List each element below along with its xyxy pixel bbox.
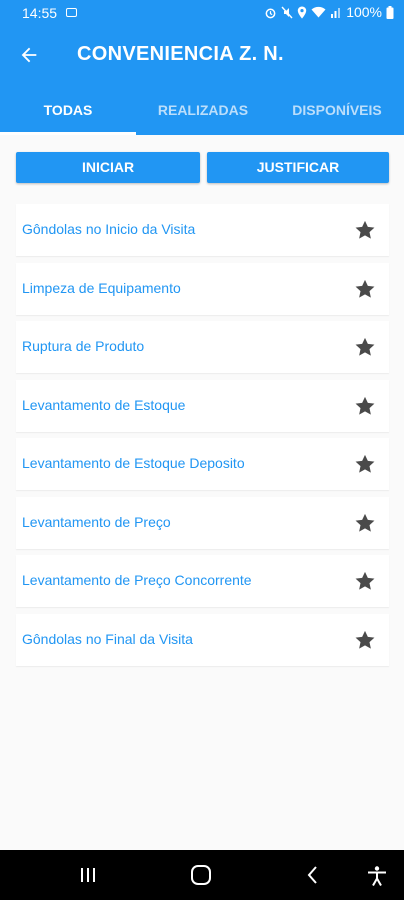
accessibility-icon[interactable]: [366, 865, 388, 887]
task-label: Gôndolas no Inicio da Visita: [22, 221, 196, 237]
start-button[interactable]: INICIAR: [16, 152, 200, 183]
task-label: Levantamento de Preço: [22, 513, 171, 530]
list-item[interactable]: Levantamento de Estoque Deposito: [16, 438, 389, 490]
task-label: Ruptura de Produto: [22, 338, 145, 354]
star-icon[interactable]: [354, 219, 376, 241]
task-label: Levantamento de Estoque: [22, 396, 186, 413]
task-label: Limpeza de Equipamento: [22, 279, 181, 296]
justify-button[interactable]: JUSTIFICAR: [207, 152, 389, 183]
tab-indicator: [0, 132, 136, 135]
location-icon: [297, 6, 307, 18]
battery-icon: [386, 5, 394, 19]
status-icons: 100%: [264, 4, 394, 20]
star-icon[interactable]: [354, 570, 376, 592]
system-nav-bar: [0, 850, 404, 900]
task-list: Gôndolas no Inicio da Visita Limpeza de …: [16, 204, 389, 672]
star-icon[interactable]: [354, 395, 376, 417]
star-icon[interactable]: [354, 453, 376, 475]
list-item[interactable]: Levantamento de Preço Concorrente: [16, 555, 389, 607]
recent-apps-icon[interactable]: [79, 865, 97, 885]
task-label: Gôndolas no Final da Visita: [22, 630, 193, 647]
task-label: Levantamento de Estoque Deposito: [22, 455, 245, 471]
app-bar: CONVENIENCIA Z. N.: [0, 27, 404, 85]
status-time: 14:55: [22, 5, 58, 21]
mute-icon: [281, 6, 293, 18]
wifi-icon: [311, 6, 326, 18]
star-icon[interactable]: [354, 512, 376, 534]
star-icon[interactable]: [354, 336, 376, 358]
list-item[interactable]: Gôndolas no Inicio da Visita: [16, 204, 389, 256]
tab-realizadas[interactable]: REALIZADAS: [136, 85, 270, 135]
tab-disponiveis[interactable]: DISPONÍVEIS: [270, 85, 404, 135]
tab-todas[interactable]: TODAS: [0, 85, 136, 135]
page-title: CONVENIENCIA Z. N.: [77, 43, 284, 65]
back-nav-icon[interactable]: [305, 865, 321, 885]
alarm-icon: [265, 8, 276, 18]
star-icon[interactable]: [354, 278, 376, 300]
star-icon[interactable]: [354, 629, 376, 651]
battery-percent: 100%: [346, 4, 382, 20]
list-item[interactable]: Limpeza de Equipamento: [16, 262, 389, 315]
signal-icon: [331, 8, 341, 18]
list-item[interactable]: Levantamento de Preço: [16, 496, 389, 549]
task-label: Levantamento de Preço Concorrente: [22, 572, 252, 588]
list-item[interactable]: Levantamento de Estoque: [16, 379, 389, 432]
status-bar: 14:55 100%: [0, 0, 404, 27]
home-icon[interactable]: [190, 865, 212, 885]
image-icon: [66, 8, 77, 17]
tab-bar: TODAS REALIZADAS DISPONÍVEIS: [0, 85, 404, 135]
list-item[interactable]: Gôndolas no Final da Visita: [16, 613, 389, 666]
list-item[interactable]: Ruptura de Produto: [16, 321, 389, 373]
back-arrow-icon[interactable]: [18, 44, 40, 66]
